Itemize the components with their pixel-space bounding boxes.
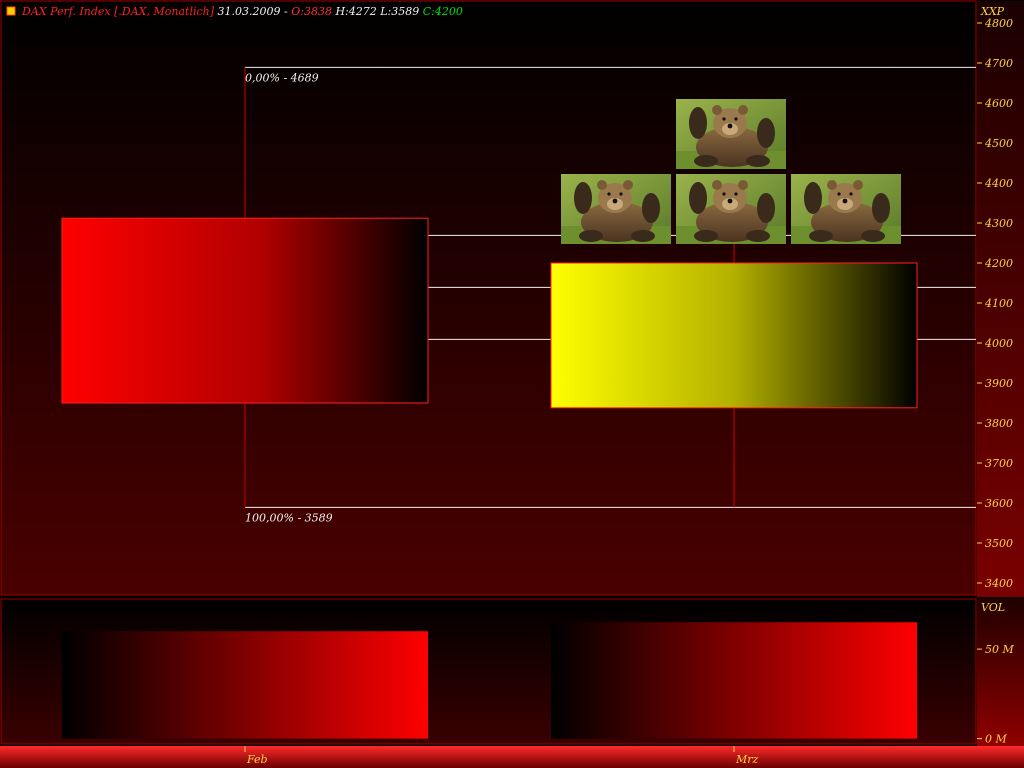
price-tick-label: 3700 [985,457,1013,470]
chart-header: DAX Perf. Index [.DAX, Monatlich] 31.03.… [21,5,463,18]
header-high: H:4272 [334,5,376,18]
price-tick-label: 3900 [985,377,1013,390]
price-axis-label: XXP [980,5,1005,18]
fib-level-label: 100,00% - 3589 [245,511,333,524]
header-close: C:4200 [423,5,463,18]
fib-level-label: 0,00% - 4689 [245,71,319,84]
header-open: O:3838 [291,5,332,18]
candle-body-bear [61,217,429,404]
time-tick-label: Mrz [735,753,759,766]
volume-tick-label: 50 M [985,643,1014,656]
time-tick-label: Feb [246,753,268,766]
price-tick-label: 4100 [984,297,1013,310]
candle-body-bull [550,262,918,409]
header-date: 31.03.2009 [218,5,281,18]
bear-image-icon [561,174,671,244]
time-axis-background [0,746,1024,768]
chart-canvas: 0,00% - 468938,20% - 426950,00% - 413961… [0,0,1024,768]
header-marker-icon [6,6,16,16]
volume-tick-label: 0 M [985,733,1007,746]
price-tick-label: 3800 [985,417,1013,430]
price-tick-label: 4700 [984,57,1013,70]
volume-bar [551,622,917,739]
bear-image-icon [676,174,786,244]
volume-axis-label: VOL [981,601,1005,614]
bear-image-icon [676,99,786,169]
volume-bar [62,631,428,739]
price-tick-label: 3600 [985,497,1013,510]
price-tick-label: 4300 [984,217,1013,230]
price-tick-label: 4500 [984,137,1013,150]
header-low: L:3589 [379,5,419,18]
header-instrument: DAX Perf. Index [.DAX, Monatlich] [21,5,215,18]
price-tick-label: 4400 [984,177,1013,190]
price-tick-label: 4000 [984,337,1013,350]
header-separator: - [284,5,291,18]
price-tick-label: 3500 [985,537,1013,550]
price-tick-label: 3400 [985,577,1013,590]
volume-axis-background [977,598,1024,746]
price-tick-label: 4800 [984,17,1013,30]
price-tick-label: 4600 [984,97,1013,110]
price-tick-label: 4200 [984,257,1013,270]
bear-image-icon [791,174,901,244]
